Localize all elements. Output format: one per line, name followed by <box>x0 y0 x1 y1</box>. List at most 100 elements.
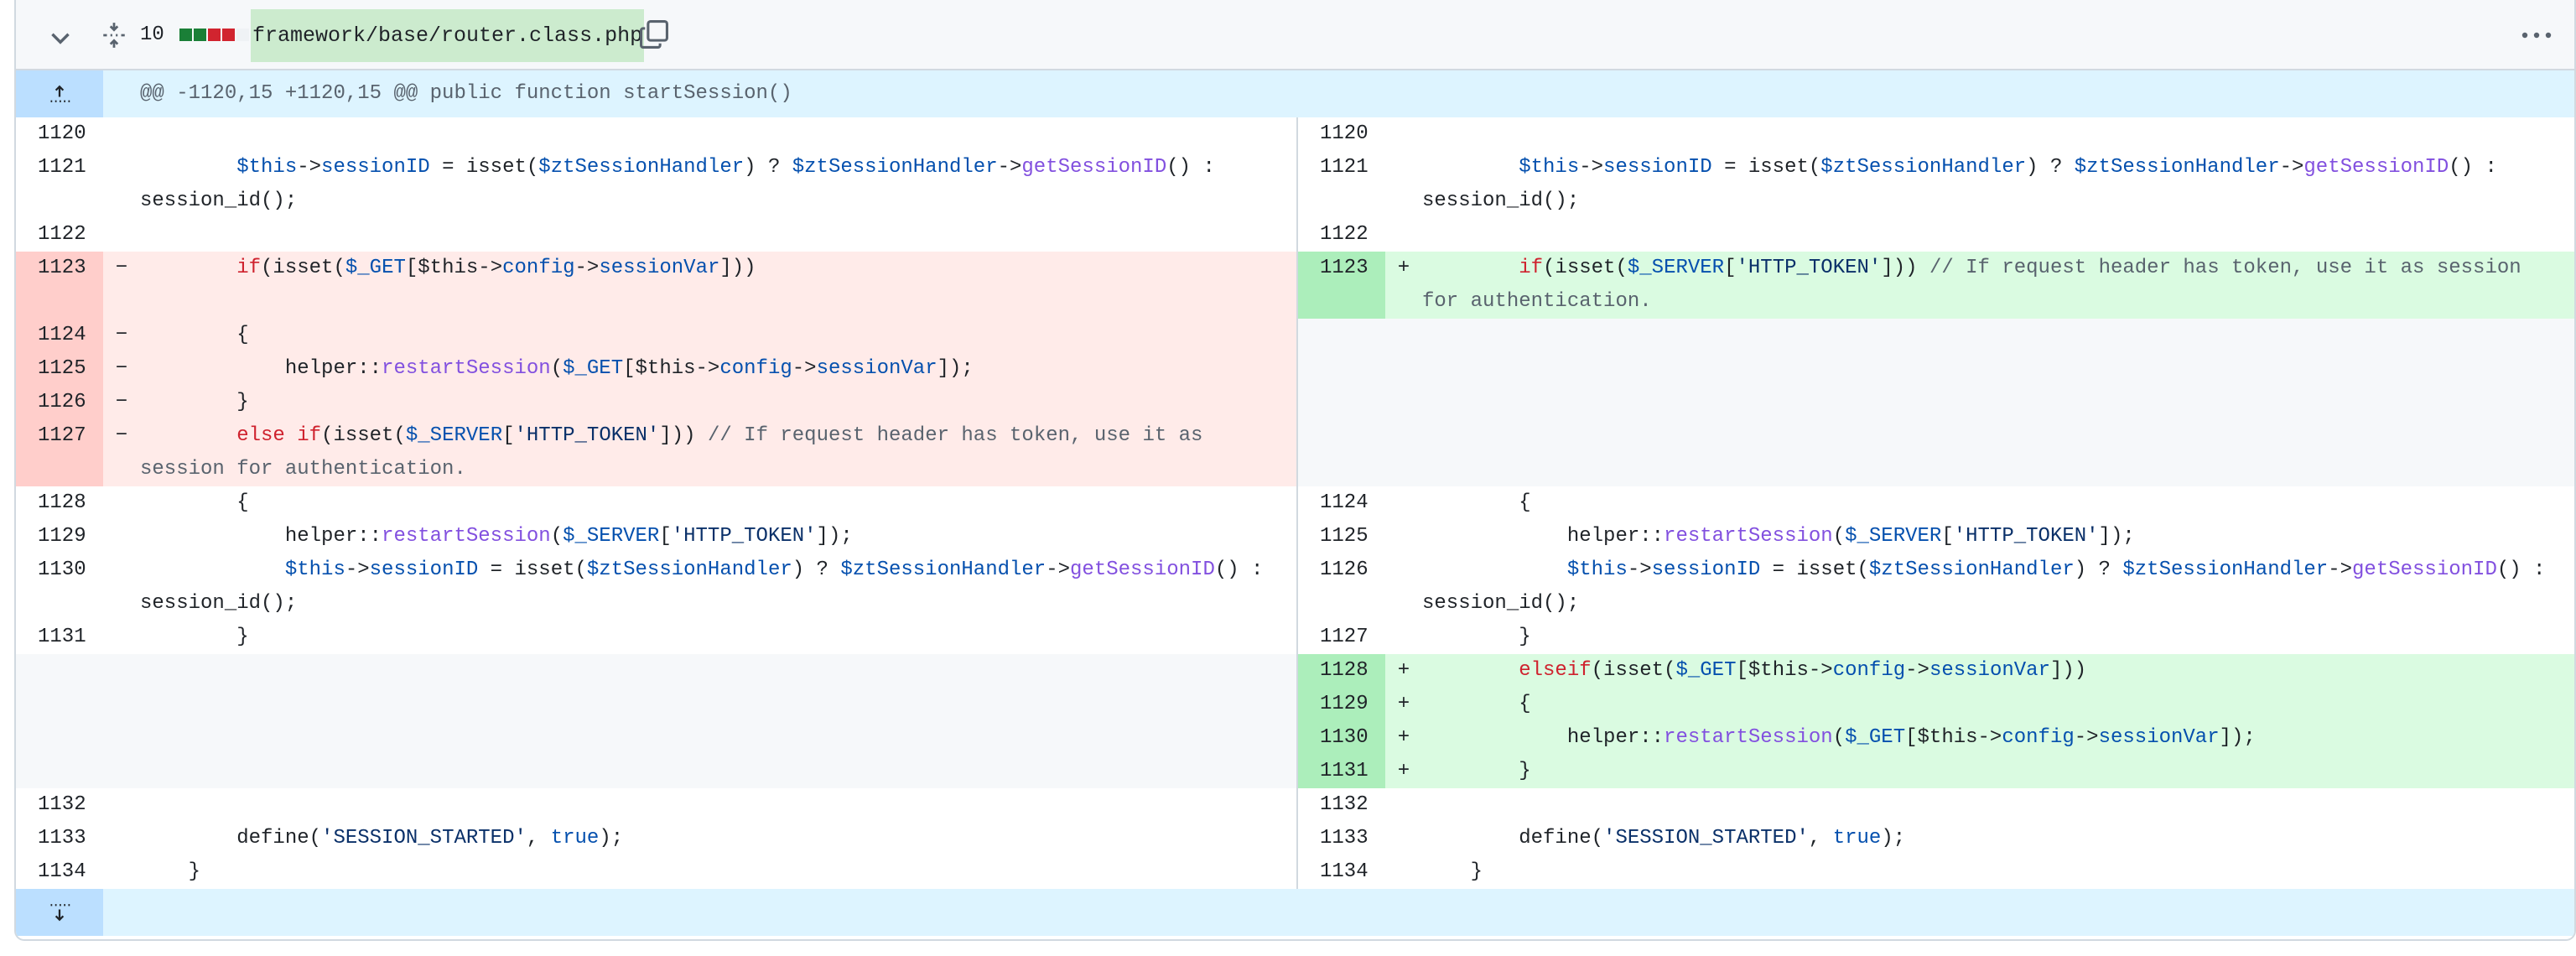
line-number[interactable]: 1133 <box>1298 822 1385 855</box>
line-number[interactable]: 1126 <box>16 386 103 419</box>
code-token: [ <box>1905 726 1918 749</box>
code-token: -> <box>1627 559 1652 581</box>
left-side-deleted: 1125 − helper::restartSession($_GET[$thi… <box>16 352 1296 386</box>
line-number[interactable]: 1122 <box>16 218 103 252</box>
line-number[interactable]: 1126 <box>1298 553 1385 621</box>
code-token: if <box>1519 257 1544 279</box>
code-token: { <box>236 491 249 514</box>
code-token: [ <box>1724 257 1737 279</box>
code-token: [ <box>405 257 418 279</box>
code-token: sessionVar <box>816 357 937 380</box>
diff-row: 1131 + } <box>16 755 2574 788</box>
code-token: -> <box>1579 156 1604 179</box>
code-token: $ztSessionHandler <box>792 156 998 179</box>
line-number[interactable]: 1121 <box>16 151 103 218</box>
code-line: helper::restartSession($_GET[$this->conf… <box>1422 721 2574 755</box>
code-token: $_GET <box>1845 726 1906 749</box>
diff-row: 1129 + { <box>16 688 2574 721</box>
line-number[interactable]: 1124 <box>1298 486 1385 520</box>
line-number[interactable]: 1130 <box>1298 721 1385 755</box>
line-number[interactable]: 1131 <box>16 621 103 654</box>
line-number[interactable]: 1129 <box>1298 688 1385 721</box>
code-token: = isset( <box>429 156 539 179</box>
addition-marker: + <box>1397 760 1410 782</box>
addition-marker: + <box>1397 257 1410 279</box>
line-number[interactable]: 1123 <box>1298 252 1385 319</box>
diff-marker <box>103 117 140 151</box>
left-side-empty <box>16 688 1296 721</box>
diff-row: 1130 $this->sessionID = isset($ztSession… <box>16 553 2574 621</box>
line-number[interactable]: 1128 <box>16 486 103 520</box>
expand-down-button[interactable] <box>16 889 103 936</box>
line-number[interactable]: 1127 <box>16 419 103 486</box>
line-number[interactable]: 1123 <box>16 252 103 319</box>
right-side: 1127 } <box>1296 621 2574 654</box>
diff-marker <box>1385 117 1422 151</box>
file-name-link[interactable]: framework/base/router.class.php <box>251 9 645 62</box>
fold-icon[interactable] <box>100 20 128 50</box>
code-token: $_SERVER <box>1627 257 1725 279</box>
diff-marker <box>103 855 140 889</box>
line-number[interactable]: 1127 <box>1298 621 1385 654</box>
code-token: else if <box>236 424 322 447</box>
code-token: $ztSessionHandler <box>586 559 792 581</box>
code-token: ( <box>1832 525 1846 548</box>
right-side-added: 1130 + helper::restartSession($_GET[$thi… <box>1296 721 2574 755</box>
line-number[interactable]: 1130 <box>16 553 103 621</box>
line-number[interactable]: 1134 <box>1298 855 1385 889</box>
code-line: else if(isset($_SERVER['HTTP_TOKEN'])) /… <box>140 419 1296 486</box>
line-number[interactable]: 1128 <box>1298 654 1385 688</box>
code-line: define('SESSION_STARTED', true); <box>140 822 1296 855</box>
code-token: } <box>236 391 249 413</box>
code-token: $_SERVER <box>563 525 660 548</box>
code-token: = isset( <box>1760 559 1869 581</box>
line-number[interactable]: 1125 <box>1298 520 1385 553</box>
chevron-down-icon[interactable] <box>46 23 75 52</box>
code-token: sessionVar <box>2098 726 2220 749</box>
right-side: 1134 } <box>1296 855 2574 889</box>
code-token: restartSession <box>1664 726 1833 749</box>
left-side: 1130 $this->sessionID = isset($ztSession… <box>16 553 1296 621</box>
copy-icon[interactable] <box>638 18 670 50</box>
line-number[interactable]: 1120 <box>16 117 103 151</box>
line-number[interactable]: 1125 <box>16 352 103 386</box>
right-side-added: 1128 + elseif(isset($_GET[$this->config-… <box>1296 654 2574 688</box>
line-number[interactable]: 1131 <box>1298 755 1385 788</box>
line-number[interactable]: 1121 <box>1298 151 1385 218</box>
code-token: sessionID <box>1651 559 1761 581</box>
kebab-horizontal-icon[interactable] <box>2520 23 2553 47</box>
right-side-added: 1129 + { <box>1296 688 2574 721</box>
expand-up-button[interactable] <box>16 70 103 117</box>
left-side-empty <box>16 721 1296 755</box>
line-number[interactable]: 1134 <box>16 855 103 889</box>
line-number[interactable]: 1122 <box>1298 218 1385 252</box>
expand-footer <box>16 889 2574 936</box>
line-number[interactable]: 1132 <box>16 788 103 822</box>
code-token: sessionID <box>1603 156 1712 179</box>
right-side-empty <box>1296 419 2574 486</box>
line-number[interactable]: 1124 <box>16 319 103 352</box>
code-token: define( <box>236 827 322 849</box>
line-number[interactable]: 1133 <box>16 822 103 855</box>
code-token: session_id(); <box>140 592 298 615</box>
code-token: -> <box>2074 726 2099 749</box>
code-line: if(isset($_GET[$this->config->sessionVar… <box>140 252 1296 319</box>
code-token: config <box>1832 659 1906 682</box>
expand-down-icon <box>50 904 70 922</box>
line-number[interactable]: 1132 <box>1298 788 1385 822</box>
left-side: 1129 helper::restartSession($_SERVER['HT… <box>16 520 1296 553</box>
line-number[interactable]: 1120 <box>1298 117 1385 151</box>
code-token: [ <box>1736 659 1748 682</box>
code-token: helper:: <box>284 357 382 380</box>
line-number[interactable]: 1129 <box>16 520 103 553</box>
